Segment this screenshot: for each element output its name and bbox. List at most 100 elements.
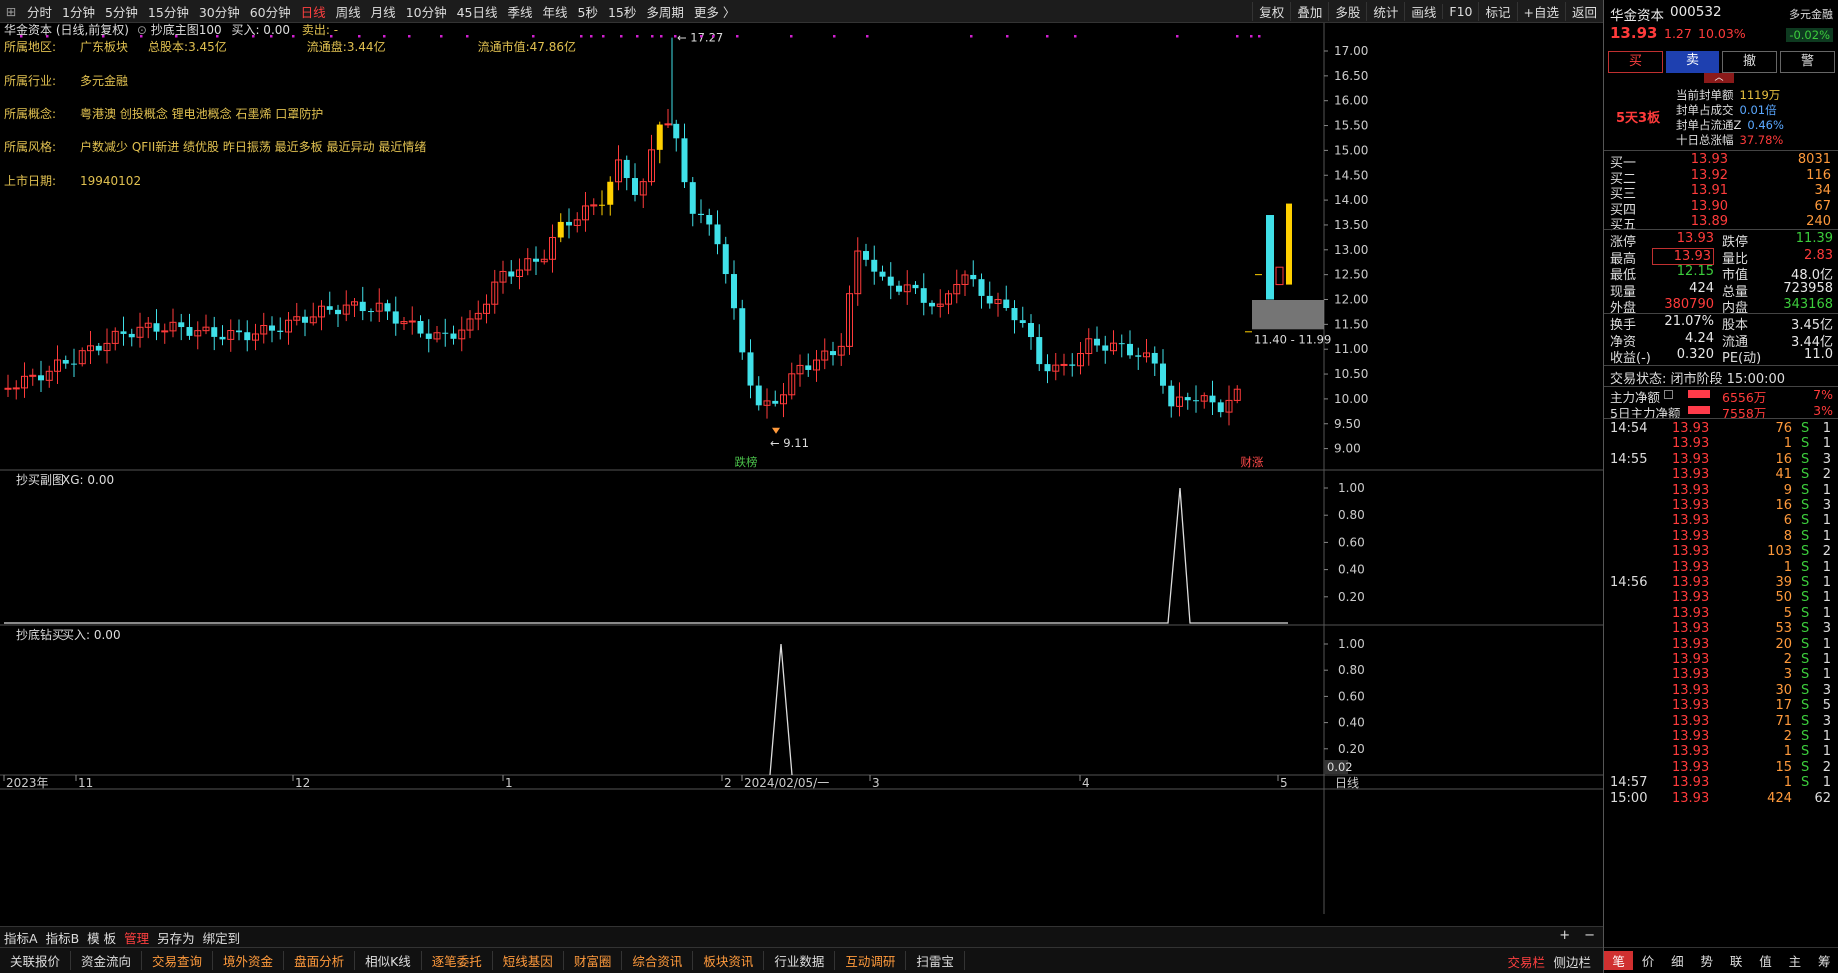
tick-direction: S — [1801, 498, 1810, 513]
quote-tab-1[interactable]: 价 — [1633, 951, 1662, 970]
candle-body — [871, 259, 878, 272]
fund-flow-row: 5日主力净额 7558万 3% — [1604, 403, 1838, 421]
sector-name[interactable]: 多元金融 — [1789, 6, 1833, 22]
function-tab-8[interactable]: 财富圈 — [564, 951, 623, 970]
indicator-tab-0[interactable]: 指标A — [0, 928, 42, 947]
collapse-icon[interactable]: ︿ — [1704, 73, 1734, 83]
candle-body — [714, 224, 721, 245]
zoom-out-button[interactable]: − — [1584, 928, 1595, 943]
timeframe-11[interactable]: 季线 — [503, 2, 538, 21]
function-tab-4[interactable]: 盘面分析 — [284, 951, 356, 970]
tool-button-6[interactable]: 标记 — [1478, 2, 1516, 21]
function-tab-11[interactable]: 行业数据 — [764, 951, 836, 970]
indicator-tab-1[interactable]: 指标B — [42, 928, 84, 947]
timeframe-7[interactable]: 周线 — [331, 2, 366, 21]
candle-body — [1011, 308, 1018, 321]
function-tab-0[interactable]: 关联报价 — [0, 951, 72, 970]
timeframe-10[interactable]: 45日线 — [452, 2, 503, 21]
quote-tab-2[interactable]: 细 — [1663, 951, 1692, 970]
candle-body — [986, 295, 993, 304]
timeframe-3[interactable]: 15分钟 — [143, 2, 194, 21]
indicator-tab-2[interactable]: 模 板 — [83, 928, 120, 947]
order-book-row[interactable]: 买五 13.89 240 — [1604, 214, 1838, 233]
timeframe-1[interactable]: 1分钟 — [57, 2, 100, 21]
timeframe-4[interactable]: 30分钟 — [194, 2, 245, 21]
y-tick-label: 11.00 — [1334, 342, 1368, 356]
function-tab-9[interactable]: 综合资讯 — [622, 951, 694, 970]
function-tab-10[interactable]: 板块资讯 — [693, 951, 765, 970]
tool-button-8[interactable]: 返回 — [1564, 2, 1603, 21]
settings-icon[interactable]: ⊙ — [137, 23, 147, 37]
trade-button-2[interactable]: 撤 — [1722, 51, 1777, 73]
grid-icon[interactable]: ⊞ — [0, 4, 22, 19]
timeframe-16[interactable]: 更多 〉 — [689, 2, 740, 21]
tool-button-2[interactable]: 多股 — [1328, 2, 1366, 21]
indicator-tab-5[interactable]: 绑定到 — [199, 928, 245, 947]
timeframe-2[interactable]: 5分钟 — [100, 2, 143, 21]
y-tick-label: 0.20 — [1338, 742, 1365, 756]
tick-direction: S — [1801, 682, 1810, 698]
tick-count: 1 — [1822, 590, 1831, 606]
quote-tab-4[interactable]: 联 — [1722, 951, 1751, 970]
function-tab-6[interactable]: 逐笔委托 — [422, 951, 493, 970]
timeframe-6[interactable]: 日线 — [296, 2, 331, 21]
timeframe-5[interactable]: 60分钟 — [245, 2, 296, 21]
tool-button-4[interactable]: 画线 — [1404, 2, 1442, 21]
order-book-row[interactable]: 买二 13.92 116 — [1604, 168, 1838, 187]
order-book-row[interactable]: 买一 13.93 8031 — [1604, 152, 1838, 171]
quote-tab-3[interactable]: 势 — [1692, 951, 1721, 970]
tick-direction: S — [1801, 482, 1810, 498]
info-icon[interactable] — [1664, 390, 1673, 399]
tick-volume: 5 — [1783, 605, 1792, 621]
candle-body — [359, 301, 366, 312]
chart-area[interactable]: 17.00 16.50 16.00 15.50 15.00 14.50 14.00 13.50… — [0, 23, 1603, 914]
info-value: 粤港澳 创投概念 锂电池概念 石墨烯 口罩防护 — [80, 107, 324, 121]
function-tab-2[interactable]: 交易查询 — [142, 951, 214, 970]
timeframe-0[interactable]: 分时 — [22, 2, 57, 21]
info-extra-key: 总股本: — [148, 40, 189, 54]
timeframe-13[interactable]: 5秒 — [573, 2, 603, 21]
function-tab-13[interactable]: 扫雷宝 — [906, 951, 965, 970]
timeframe-15[interactable]: 多周期 — [641, 2, 689, 21]
stat-value: 4.24 — [1685, 330, 1714, 346]
timeframe-12[interactable]: 年线 — [538, 2, 573, 21]
order-book-row[interactable]: 买四 13.90 67 — [1604, 199, 1838, 218]
trade-button-0[interactable]: 买 — [1608, 51, 1663, 73]
function-tab-5[interactable]: 相似K线 — [355, 951, 422, 970]
function-tab-1[interactable]: 资金流向 — [71, 951, 143, 970]
bottom-right-button-1[interactable]: 侧边栏 — [1547, 952, 1597, 971]
zoom-in-button[interactable]: + — [1559, 928, 1570, 943]
timeframe-14[interactable]: 15秒 — [603, 2, 641, 21]
price-range-box — [1252, 299, 1324, 330]
trade-button-1[interactable]: 卖 — [1666, 51, 1719, 73]
quote-tab-7[interactable]: 筹 — [1810, 951, 1838, 970]
tool-button-3[interactable]: 统计 — [1366, 2, 1404, 21]
trade-button-3[interactable]: 警 — [1780, 51, 1835, 73]
function-tab-3[interactable]: 境外资金 — [213, 951, 285, 970]
tick-count: 1 — [1822, 667, 1831, 683]
tool-button-7[interactable]: +自选 — [1516, 2, 1565, 21]
stock-code: 000532 — [1670, 4, 1722, 20]
quote-tab-5[interactable]: 值 — [1751, 951, 1780, 970]
indicator-name[interactable]: 抄底主图100 — [151, 23, 222, 37]
indicator-tab-4[interactable]: 另存为 — [153, 928, 199, 947]
tick-volume: 8 — [1783, 528, 1792, 544]
function-tab-12[interactable]: 互动调研 — [835, 951, 907, 970]
tool-button-1[interactable]: 叠加 — [1290, 2, 1328, 21]
tick-count: 1 — [1822, 775, 1831, 791]
bottom-right-button-0[interactable]: 交易栏 — [1501, 952, 1551, 971]
timeframe-9[interactable]: 10分钟 — [401, 2, 452, 21]
timeframe-8[interactable]: 月线 — [366, 2, 401, 21]
tool-button-0[interactable]: 复权 — [1252, 2, 1290, 21]
kline-chart-svg[interactable]: 17.00 16.50 16.00 15.50 15.00 14.50 14.00 13.50… — [0, 23, 1603, 914]
order-book-row[interactable]: 买三 13.91 34 — [1604, 183, 1838, 202]
quote-tab-0[interactable]: 笔 — [1604, 951, 1634, 970]
quote-tab-6[interactable]: 主 — [1780, 951, 1809, 970]
candle-body — [929, 302, 935, 307]
function-tab-7[interactable]: 短线基因 — [493, 951, 564, 970]
sub-chart1-title: 抄买副图 — [16, 473, 64, 487]
candle-body — [508, 271, 515, 277]
indicator-tab-3[interactable]: 管理 — [120, 928, 153, 947]
tool-button-5[interactable]: F10 — [1442, 4, 1478, 19]
info-row: 所属概念: 粤港澳 创投概念 锂电池概念 石墨烯 口罩防护 — [4, 105, 323, 122]
